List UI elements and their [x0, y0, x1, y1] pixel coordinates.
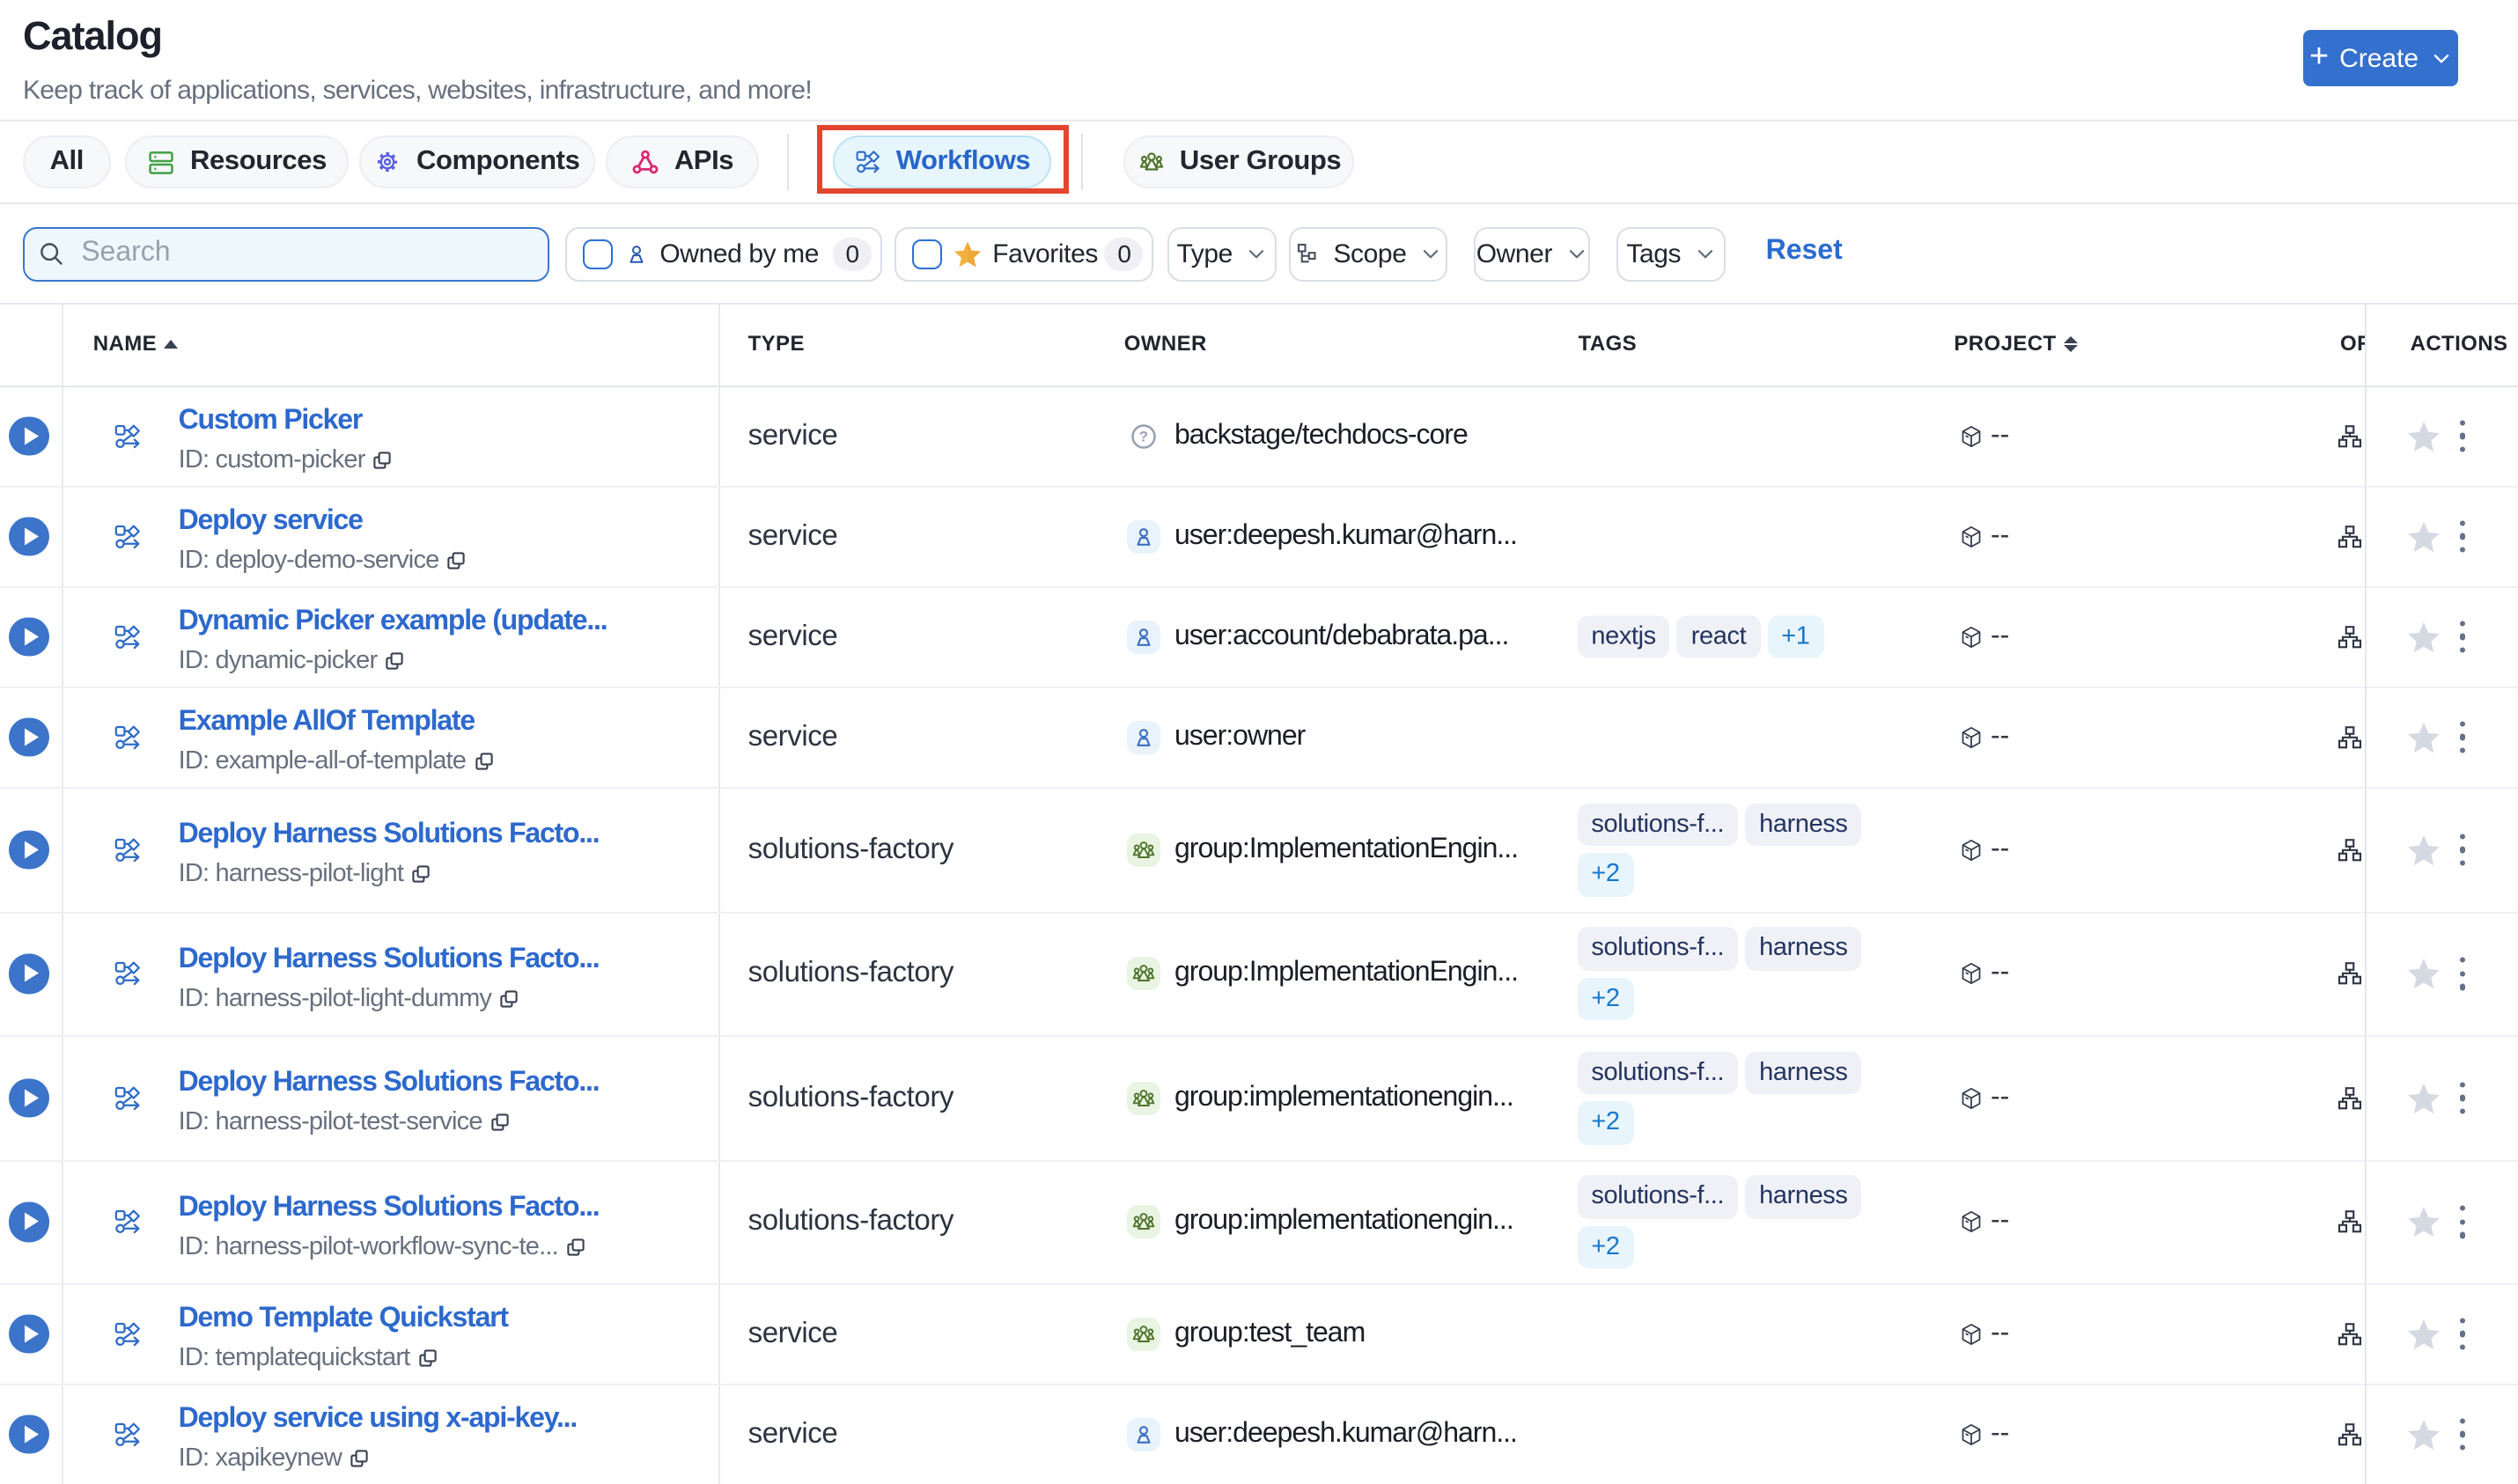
svg-text:?: ? — [1139, 428, 1148, 444]
